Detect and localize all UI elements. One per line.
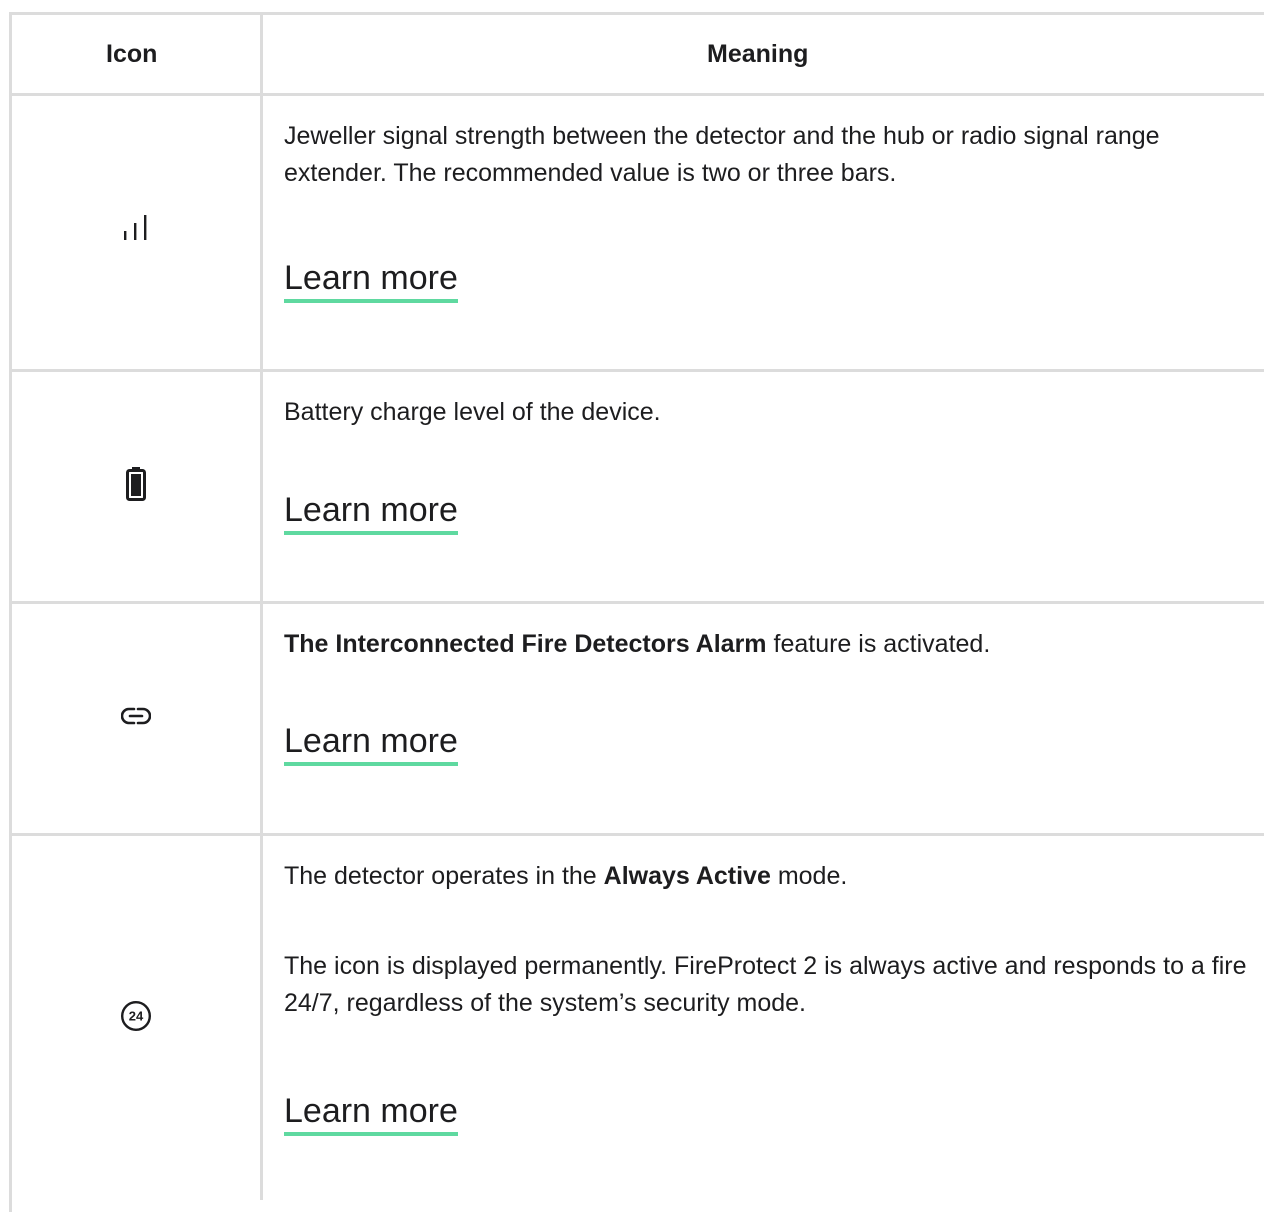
signal-strength-icon [116, 215, 156, 250]
feature-name: The Interconnected Fire Detectors Alarm [284, 630, 767, 658]
column-divider [260, 12, 263, 1200]
meaning-text: The Interconnected Fire Detectors Alarm … [284, 630, 991, 658]
table-row-meaning: The Interconnected Fire Detectors Alarm … [284, 626, 1259, 663]
table-row-icon-cell [12, 604, 260, 833]
table-row-meaning: The detector operates in the Always Acti… [284, 858, 1259, 895]
table-row-meaning-detail: The icon is displayed permanently. FireP… [284, 948, 1259, 1022]
battery-icon [126, 467, 146, 506]
always-active-24-icon-label: 24 [129, 1008, 144, 1023]
table-row-icon-cell: 24 [12, 836, 260, 1200]
table-row-icon-cell [12, 372, 260, 601]
learn-more-link[interactable]: Learn more [284, 258, 458, 303]
meaning-text: Jeweller signal strength between the det… [284, 122, 1160, 187]
table-row-meaning: Jeweller signal strength between the det… [284, 118, 1259, 192]
meaning-text: Battery charge level of the device. [284, 398, 661, 426]
header-meaning: Meaning [707, 40, 809, 68]
learn-more-link[interactable]: Learn more [284, 490, 458, 535]
header-icon: Icon [106, 40, 158, 68]
meaning-text: The icon is displayed permanently. FireP… [284, 952, 1247, 1017]
always-active-24-icon: 24 [120, 1000, 152, 1037]
link-icon [120, 705, 152, 732]
table-row-icon-cell [12, 96, 260, 369]
mode-name: Always Active [603, 862, 771, 890]
table-row-meaning: Battery charge level of the device. [284, 394, 1259, 431]
meaning-text: The detector operates in the Always Acti… [284, 862, 848, 890]
learn-more-link[interactable]: Learn more [284, 1091, 458, 1136]
learn-more-link[interactable]: Learn more [284, 721, 458, 766]
